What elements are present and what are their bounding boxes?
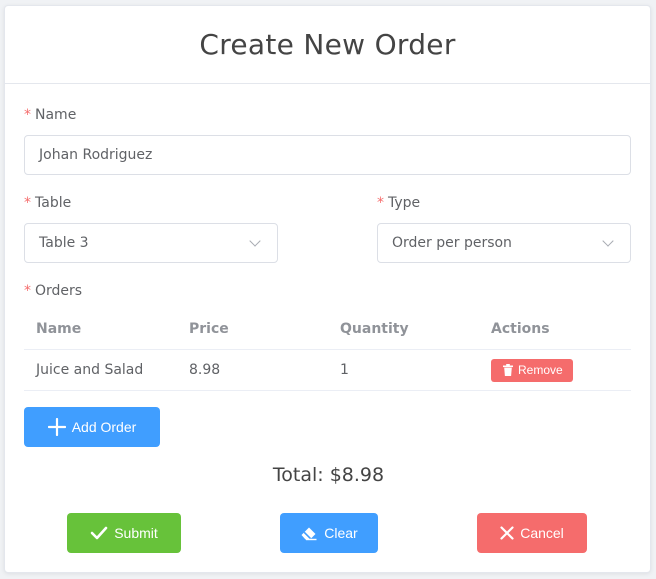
close-icon — [500, 526, 514, 540]
check-icon — [90, 526, 108, 540]
plus-icon — [47, 418, 66, 436]
column-header-quantity: Quantity — [340, 321, 409, 337]
table-header: Name Price Quantity Actions — [24, 309, 631, 350]
column-header-price: Price — [189, 321, 229, 337]
order-actions-cell: Remove — [479, 358, 631, 382]
type-label: * Type — [377, 195, 420, 211]
eraser-icon — [300, 525, 318, 541]
page-title: Create New Order — [199, 28, 456, 61]
column-header-name: Name — [36, 321, 82, 337]
type-select[interactable]: Order per person — [377, 223, 631, 263]
required-mark: * — [377, 195, 384, 211]
type-select-value: Order per person — [392, 235, 512, 251]
chevron-down-icon — [602, 235, 614, 247]
name-input-value: Johan Rodriguez — [39, 147, 153, 163]
clear-button[interactable]: Clear — [280, 513, 378, 553]
add-order-button[interactable]: Add Order — [24, 407, 160, 447]
order-price-cell: 8.98 — [189, 362, 221, 378]
table-label: * Table — [24, 195, 71, 211]
required-mark: * — [24, 195, 31, 211]
table-select-value: Table 3 — [39, 235, 89, 251]
submit-button[interactable]: Submit — [67, 513, 181, 553]
name-input[interactable]: Johan Rodriguez — [24, 135, 631, 175]
type-label-text: Type — [388, 195, 421, 211]
cancel-button[interactable]: Cancel — [477, 513, 587, 553]
table-row: Juice and Salad 8.98 1 Remove — [24, 350, 631, 391]
remove-label: Remove — [518, 363, 563, 377]
table-label-text: Table — [35, 195, 72, 211]
add-order-label: Add Order — [71, 419, 137, 435]
create-order-card: Create New Order * Name Johan Rodriguez *… — [4, 5, 651, 573]
orders-label: * Orders — [24, 283, 82, 299]
required-mark: * — [24, 283, 31, 299]
orders-table: Name Price Quantity Actions Juice and Sa… — [24, 309, 631, 391]
orders-label-text: Orders — [35, 283, 83, 299]
column-header-actions: Actions — [491, 321, 550, 337]
chevron-down-icon — [249, 235, 261, 247]
remove-order-button[interactable]: Remove — [491, 358, 573, 382]
trash-icon — [503, 364, 513, 376]
card-header: Create New Order — [5, 6, 650, 84]
name-label-text: Name — [35, 107, 77, 123]
required-mark: * — [24, 107, 31, 123]
table-select[interactable]: Table 3 — [24, 223, 278, 263]
order-total: Total: $8.98 — [272, 464, 385, 486]
name-label: * Name — [24, 107, 76, 123]
cancel-label: Cancel — [520, 525, 564, 541]
clear-label: Clear — [324, 525, 358, 541]
order-name-cell: Juice and Salad — [36, 362, 144, 378]
submit-label: Submit — [114, 525, 158, 541]
order-quantity-cell: 1 — [340, 362, 349, 378]
